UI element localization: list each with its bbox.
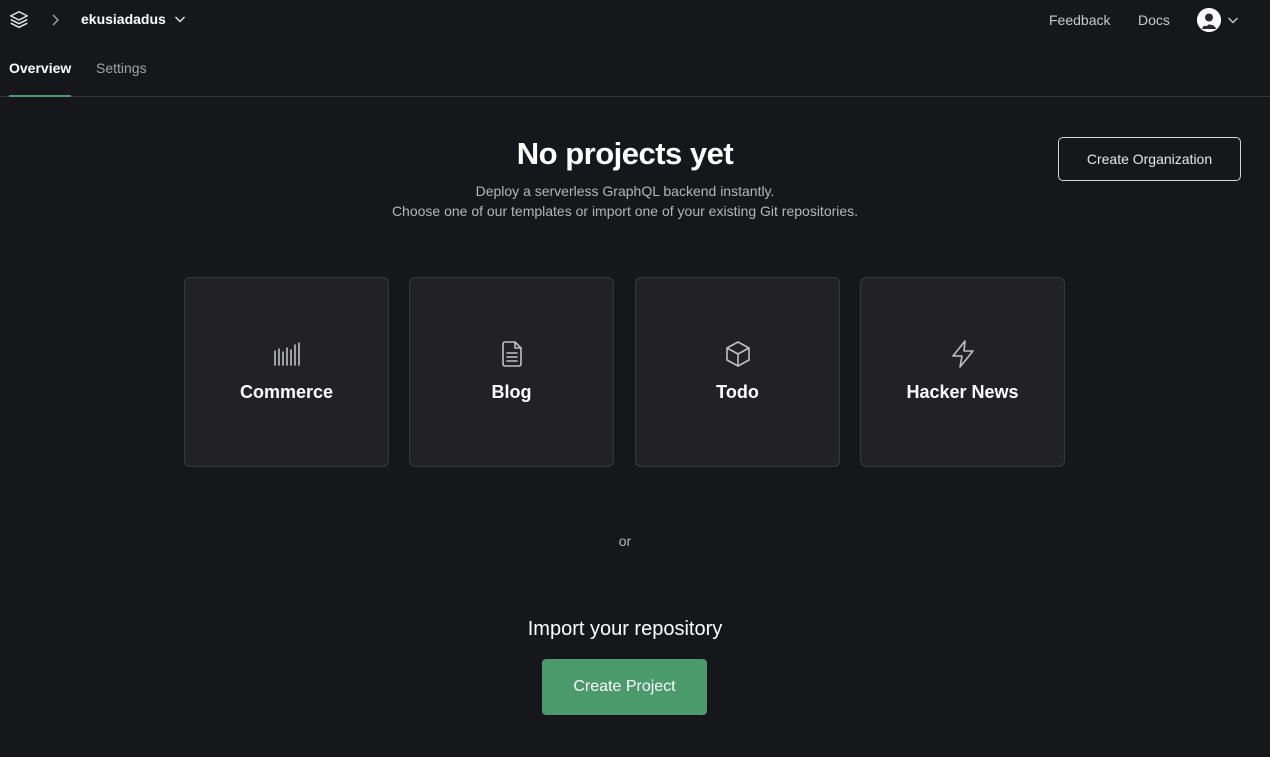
layers-logo-icon[interactable] [8,9,30,31]
subtitle-line-2: Choose one of our templates or import on… [391,203,859,219]
template-label: Blog [491,382,532,402]
template-card-todo[interactable]: Todo [635,277,840,467]
tab-overview[interactable]: Overview [9,60,72,97]
avatar [1197,8,1221,32]
feedback-link[interactable]: Feedback [1049,12,1110,28]
template-label: Commerce [239,382,334,402]
breadcrumb-chevron-icon [50,13,62,27]
template-card-hacker-news[interactable]: Hacker News [860,277,1065,467]
document-icon [410,339,613,369]
chevron-down-icon [1228,17,1238,24]
template-label: Todo [716,382,759,402]
org-switcher[interactable]: ekusiadadus [81,11,186,27]
subtitle-line-1: Deploy a serverless GraphQL backend inst… [475,183,775,199]
user-menu[interactable] [1197,8,1239,32]
cube-icon [636,339,839,369]
template-card-commerce[interactable]: Commerce [184,277,389,467]
lightning-icon [861,339,1064,369]
chevron-down-icon [174,16,185,23]
template-card-blog[interactable]: Blog [409,277,614,467]
tab-bar: Overview Settings [0,40,1270,97]
tab-settings[interactable]: Settings [96,60,147,95]
template-label: Hacker News [906,382,1019,402]
import-title: Import your repository [527,618,723,640]
org-name-label: ekusiadadus [81,11,166,27]
create-organization-button[interactable]: Create Organization [1058,137,1241,181]
docs-link[interactable]: Docs [1138,12,1170,28]
create-project-button[interactable]: Create Project [542,659,707,715]
barcode-icon [185,339,388,369]
top-bar: ekusiadadus Feedback Docs [0,0,1270,40]
or-separator: or [618,533,632,549]
